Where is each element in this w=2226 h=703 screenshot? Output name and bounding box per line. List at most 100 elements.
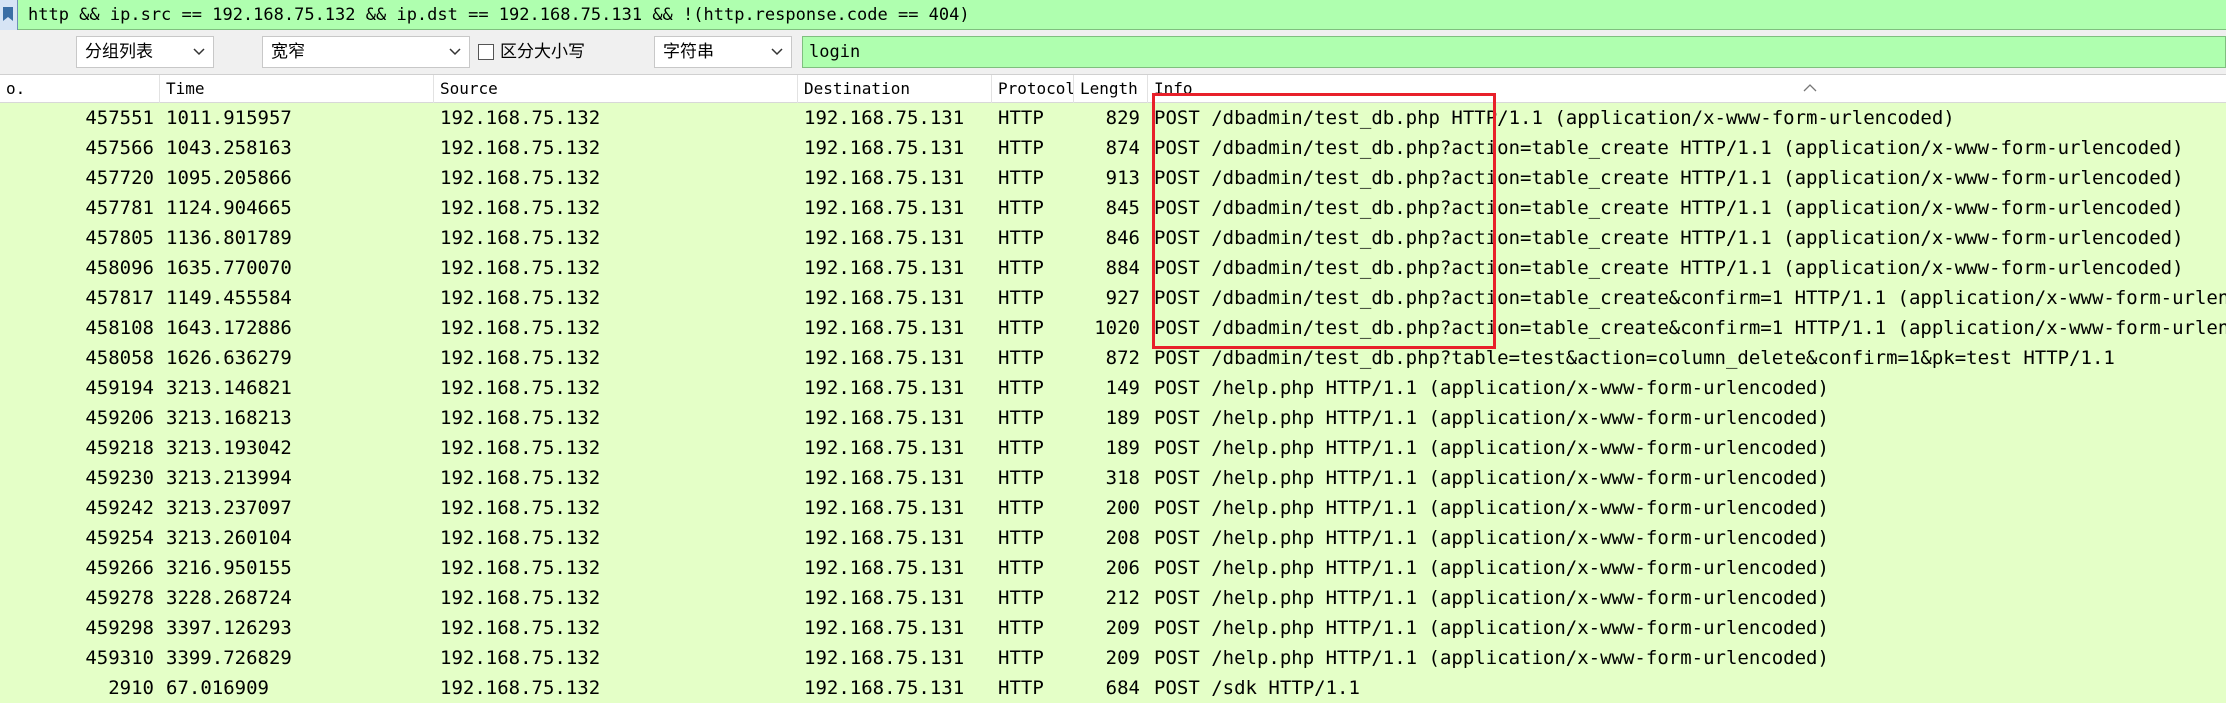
cell-source: 192.168.75.132 <box>440 137 601 159</box>
cell-time: 3213.237097 <box>166 497 292 519</box>
cell-destination: 192.168.75.131 <box>804 137 965 159</box>
cell-protocol: HTTP <box>998 377 1044 399</box>
cell-no: 457551 <box>85 107 154 129</box>
cell-protocol: HTTP <box>998 167 1044 189</box>
cell-destination: 192.168.75.131 <box>804 287 965 309</box>
column-header-no[interactable]: o. <box>0 75 160 103</box>
table-row[interactable]: 459242 3213.237097 192.168.75.132 192.16… <box>0 493 2226 523</box>
table-row[interactable]: 457720 1095.205866 192.168.75.132 192.16… <box>0 163 2226 193</box>
cell-info: POST /dbadmin/test_db.php?action=table_c… <box>1154 227 2184 249</box>
cell-time: 3399.726829 <box>166 647 292 669</box>
cell-source: 192.168.75.132 <box>440 677 601 699</box>
table-row[interactable]: 459266 3216.950155 192.168.75.132 192.16… <box>0 553 2226 583</box>
column-header-source[interactable]: Source <box>434 75 798 103</box>
cell-destination: 192.168.75.131 <box>804 467 965 489</box>
table-row[interactable]: 2910 67.016909 192.168.75.132 192.168.75… <box>0 673 2226 703</box>
search-input[interactable]: login <box>802 36 2226 68</box>
search-in-value: 分组列表 <box>85 42 153 61</box>
cell-time: 3213.213994 <box>166 467 292 489</box>
table-row[interactable]: 459254 3213.260104 192.168.75.132 192.16… <box>0 523 2226 553</box>
char-width-select[interactable]: 宽窄 <box>262 36 470 68</box>
table-row[interactable]: 457566 1043.258163 192.168.75.132 192.16… <box>0 133 2226 163</box>
checkbox-box[interactable] <box>478 44 494 60</box>
table-row[interactable]: 457817 1149.455584 192.168.75.132 192.16… <box>0 283 2226 313</box>
table-row[interactable]: 458096 1635.770070 192.168.75.132 192.16… <box>0 253 2226 283</box>
cell-time: 3213.168213 <box>166 407 292 429</box>
column-header-protocol[interactable]: Protocol <box>992 75 1074 103</box>
cell-length: 829 <box>1105 107 1140 129</box>
cell-time: 1149.455584 <box>166 287 292 309</box>
table-row[interactable]: 459194 3213.146821 192.168.75.132 192.16… <box>0 373 2226 403</box>
sort-ascending-icon <box>1803 73 1817 101</box>
cell-source: 192.168.75.132 <box>440 317 601 339</box>
cell-length: 913 <box>1105 167 1140 189</box>
cell-length: 845 <box>1105 197 1140 219</box>
table-row[interactable]: 459298 3397.126293 192.168.75.132 192.16… <box>0 613 2226 643</box>
table-row[interactable]: 459218 3213.193042 192.168.75.132 192.16… <box>0 433 2226 463</box>
cell-info: POST /dbadmin/test_db.php?action=table_c… <box>1154 197 2184 219</box>
cell-destination: 192.168.75.131 <box>804 317 965 339</box>
cell-source: 192.168.75.132 <box>440 197 601 219</box>
table-row[interactable]: 458108 1643.172886 192.168.75.132 192.16… <box>0 313 2226 343</box>
cell-info: POST /help.php HTTP/1.1 (application/x-w… <box>1154 377 1829 399</box>
cell-protocol: HTTP <box>998 437 1044 459</box>
cell-no: 459298 <box>85 617 154 639</box>
table-row[interactable]: 457781 1124.904665 192.168.75.132 192.16… <box>0 193 2226 223</box>
cell-protocol: HTTP <box>998 407 1044 429</box>
cell-no: 457805 <box>85 227 154 249</box>
cell-source: 192.168.75.132 <box>440 617 601 639</box>
cell-no: 459266 <box>85 557 154 579</box>
case-sensitive-label: 区分大小写 <box>500 42 585 61</box>
bookmark-icon[interactable] <box>0 0 18 30</box>
cell-time: 1136.801789 <box>166 227 292 249</box>
table-row[interactable]: 459230 3213.213994 192.168.75.132 192.16… <box>0 463 2226 493</box>
cell-source: 192.168.75.132 <box>440 407 601 429</box>
cell-info: POST /help.php HTTP/1.1 (application/x-w… <box>1154 497 1829 519</box>
cell-destination: 192.168.75.131 <box>804 227 965 249</box>
table-row[interactable]: 458058 1626.636279 192.168.75.132 192.16… <box>0 343 2226 373</box>
table-row[interactable]: 457551 1011.915957 192.168.75.132 192.16… <box>0 103 2226 133</box>
cell-source: 192.168.75.132 <box>440 227 601 249</box>
table-row[interactable]: 459278 3228.268724 192.168.75.132 192.16… <box>0 583 2226 613</box>
cell-info: POST /dbadmin/test_db.php?action=table_c… <box>1154 257 2184 279</box>
cell-protocol: HTTP <box>998 557 1044 579</box>
cell-destination: 192.168.75.131 <box>804 527 965 549</box>
display-filter-bar[interactable]: http && ip.src == 192.168.75.132 && ip.d… <box>0 0 2226 30</box>
cell-time: 3213.260104 <box>166 527 292 549</box>
cell-source: 192.168.75.132 <box>440 377 601 399</box>
cell-no: 457781 <box>85 197 154 219</box>
table-row[interactable]: 457805 1136.801789 192.168.75.132 192.16… <box>0 223 2226 253</box>
cell-protocol: HTTP <box>998 527 1044 549</box>
table-row[interactable]: 459206 3213.168213 192.168.75.132 192.16… <box>0 403 2226 433</box>
cell-protocol: HTTP <box>998 287 1044 309</box>
cell-no: 458108 <box>85 317 154 339</box>
cell-time: 3213.193042 <box>166 437 292 459</box>
column-header-length[interactable]: Length <box>1074 75 1148 103</box>
column-header-info[interactable]: Info <box>1148 75 2226 103</box>
table-row[interactable]: 459310 3399.726829 192.168.75.132 192.16… <box>0 643 2226 673</box>
cell-protocol: HTTP <box>998 467 1044 489</box>
cell-length: 206 <box>1105 557 1140 579</box>
char-width-value: 宽窄 <box>271 42 305 61</box>
cell-no: 459230 <box>85 467 154 489</box>
cell-protocol: HTTP <box>998 497 1044 519</box>
search-type-select[interactable]: 字符串 <box>654 36 792 68</box>
cell-source: 192.168.75.132 <box>440 437 601 459</box>
cell-info: POST /dbadmin/test_db.php HTTP/1.1 (appl… <box>1154 107 1955 129</box>
cell-protocol: HTTP <box>998 647 1044 669</box>
display-filter-input[interactable]: http && ip.src == 192.168.75.132 && ip.d… <box>28 5 970 25</box>
cell-no: 459194 <box>85 377 154 399</box>
cell-length: 874 <box>1105 137 1140 159</box>
chevron-down-icon <box>191 37 207 67</box>
chevron-down-icon <box>769 37 785 67</box>
column-header-destination[interactable]: Destination <box>798 75 992 103</box>
column-header-time[interactable]: Time <box>160 75 434 103</box>
cell-time: 1011.915957 <box>166 107 292 129</box>
cell-no: 459218 <box>85 437 154 459</box>
cell-info: POST /help.php HTTP/1.1 (application/x-w… <box>1154 557 1829 579</box>
cell-length: 208 <box>1105 527 1140 549</box>
cell-length: 209 <box>1105 647 1140 669</box>
search-in-select[interactable]: 分组列表 <box>76 36 214 68</box>
cell-length: 846 <box>1105 227 1140 249</box>
cell-source: 192.168.75.132 <box>440 347 601 369</box>
